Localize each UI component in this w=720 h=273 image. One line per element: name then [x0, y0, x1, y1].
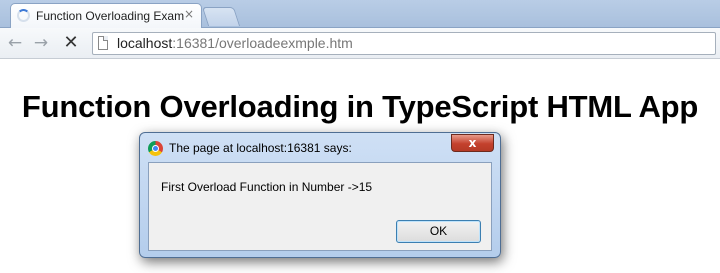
- tab-title: Function Overloading Exam: [36, 9, 184, 23]
- url-host: localhost: [117, 35, 173, 51]
- page-icon: [98, 36, 108, 50]
- chrome-logo-icon: [148, 141, 163, 156]
- page-title: Function Overloading in TypeScript HTML …: [21, 89, 699, 124]
- tab-close-icon[interactable]: ×: [184, 7, 194, 21]
- tab-strip: Function Overloading Exam ×: [0, 0, 720, 28]
- address-bar[interactable]: localhost:16381/overloadeexmple.htm: [92, 32, 716, 55]
- dialog-title: The page at localhost:16381 says:: [169, 141, 352, 155]
- dialog-body: First Overload Function in Number ->15 O…: [148, 162, 492, 251]
- browser-toolbar: ← → ✕ localhost:16381/overloadeexmple.ht…: [0, 28, 720, 59]
- ok-button[interactable]: OK: [396, 220, 481, 243]
- stop-loading-icon[interactable]: ✕: [60, 32, 82, 54]
- url-path: :16381/overloadeexmple.htm: [172, 35, 353, 51]
- dialog-close-button[interactable]: x: [451, 134, 494, 152]
- tab-function-overloading[interactable]: Function Overloading Exam ×: [10, 3, 202, 28]
- alert-dialog: The page at localhost:16381 says: x Firs…: [139, 132, 501, 258]
- url-text[interactable]: localhost:16381/overloadeexmple.htm: [117, 35, 353, 51]
- new-tab-button[interactable]: [201, 7, 241, 26]
- back-arrow-icon[interactable]: ←: [4, 32, 26, 54]
- dialog-message: First Overload Function in Number ->15: [161, 180, 373, 194]
- forward-arrow-icon[interactable]: →: [30, 32, 52, 54]
- loading-spinner-icon: [17, 9, 30, 22]
